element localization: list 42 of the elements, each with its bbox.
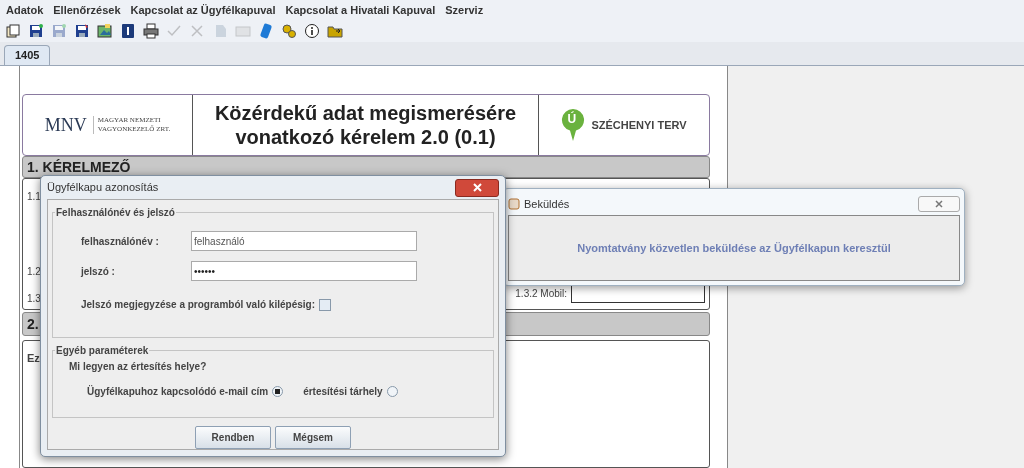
mnv-logo-text: MNV bbox=[44, 113, 87, 137]
username-field[interactable]: felhasználó bbox=[191, 231, 417, 251]
dialog-title: Ügyfélkapu azonosítás bbox=[47, 180, 159, 196]
radio-button[interactable] bbox=[386, 386, 398, 397]
group-title: Felhasználónév és jelszó bbox=[55, 205, 176, 220]
form-title: Közérdekű adat megismerésére vonatkozó kérelem 2.0 (0.1) bbox=[213, 101, 518, 149]
question-text: Mi legyen az értesítés helye? bbox=[69, 360, 208, 374]
menu-item[interactable]: Szerviz bbox=[445, 1, 484, 19]
row-number: 1.3 bbox=[27, 292, 41, 306]
pin-logo-icon bbox=[561, 108, 586, 142]
note-text: Ez bbox=[27, 352, 40, 364]
close-icon bbox=[472, 183, 482, 192]
radio-button[interactable] bbox=[272, 386, 284, 397]
menu-item[interactable]: Adatok bbox=[6, 1, 44, 19]
menu-item[interactable]: Kapcsolat a Hivatali Kapuval bbox=[285, 1, 436, 19]
toolbar-print-icon[interactable] bbox=[141, 21, 161, 41]
dialog-message: Nyomtatvány közvetlen beküldése az Ügyfélkapun keresztül bbox=[577, 240, 891, 256]
field-label: felhasználónév : bbox=[81, 234, 160, 249]
checkbox-label: Jelszó megjegyzése a programból való kilépésig: bbox=[81, 298, 315, 312]
password-field[interactable]: •••••• bbox=[191, 261, 417, 281]
close-icon bbox=[935, 200, 943, 208]
toolbar-info-icon[interactable] bbox=[302, 21, 322, 41]
document-tab[interactable]: 1405 bbox=[4, 45, 51, 65]
option-label: Ügyfélkapuhoz kapcsolódó e-mail cím bbox=[87, 384, 269, 399]
menu-item[interactable]: Ellenőrzések bbox=[53, 1, 121, 19]
toolbar-copy-icon[interactable] bbox=[3, 21, 23, 41]
field-label: jelszó : bbox=[81, 264, 116, 279]
dialog-title: Beküldés bbox=[524, 196, 570, 212]
menu-item[interactable]: Kapcsolat az Ügyfélkapuval bbox=[130, 1, 276, 19]
group-title: Egyéb paraméterek bbox=[55, 343, 150, 358]
toolbar-image-icon[interactable] bbox=[95, 21, 115, 41]
logo-mark: Ú bbox=[567, 112, 577, 126]
field-label: 1.3.2 Mobil: bbox=[515, 286, 567, 301]
dialog-button[interactable]: Rendben bbox=[195, 426, 271, 449]
option-label: értesítési tárhely bbox=[303, 385, 383, 399]
logo-text: SZÉCHENYI TERV bbox=[591, 117, 687, 133]
section-header: 1. KÉRELMEZŐ bbox=[22, 156, 710, 178]
dialog-button[interactable]: Mégsem bbox=[275, 426, 351, 449]
close-button[interactable] bbox=[455, 178, 499, 197]
row-number: 1.1 bbox=[27, 190, 41, 204]
row-number: 1.2 bbox=[27, 265, 41, 279]
remember-checkbox[interactable] bbox=[319, 298, 331, 311]
